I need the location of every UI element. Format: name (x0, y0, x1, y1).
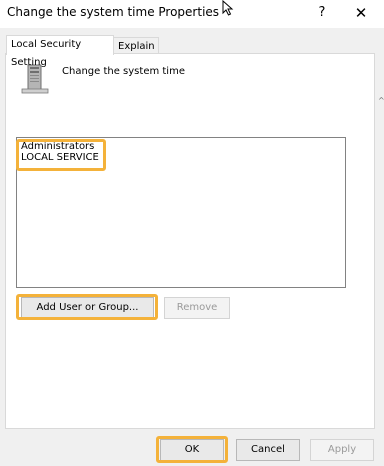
cancel-button[interactable]: Cancel (236, 439, 300, 461)
add-user-or-group-button[interactable]: Add User or Group... (21, 297, 154, 319)
mouse-cursor-icon (222, 0, 234, 16)
list-item[interactable]: LOCAL SERVICE (21, 152, 99, 163)
apply-button[interactable]: Apply (310, 439, 374, 461)
title-bar: Change the system time Properties ? ✕ (0, 0, 384, 28)
remove-button[interactable]: Remove (164, 297, 230, 319)
help-button[interactable]: ? (312, 2, 332, 24)
tab-local-security-setting[interactable]: Local Security Setting (6, 35, 114, 68)
close-button[interactable]: ✕ (350, 2, 372, 24)
window-title: Change the system time Properties (7, 5, 220, 19)
policy-name: Change the system time (62, 66, 185, 77)
list-item[interactable]: Administrators (21, 141, 94, 152)
ok-button[interactable]: OK (160, 439, 224, 461)
scroll-caret-icon: ^ (378, 96, 384, 105)
